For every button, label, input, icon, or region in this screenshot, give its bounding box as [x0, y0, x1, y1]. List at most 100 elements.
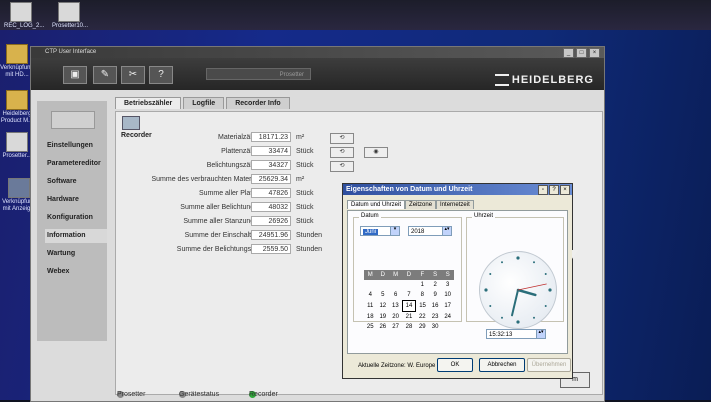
spinner-icon: ▴▾: [536, 330, 545, 338]
calendar-day[interactable]: 9: [429, 290, 442, 301]
sidebar-item-software[interactable]: Software: [45, 175, 107, 189]
reset-material-button[interactable]: ⟲: [330, 133, 354, 144]
calendar-day[interactable]: 12: [377, 301, 390, 312]
calendar-day[interactable]: 24: [441, 312, 454, 323]
calendar-day[interactable]: 14: [401, 300, 417, 312]
weekday-header: F: [415, 270, 429, 280]
file-icon: [58, 2, 80, 22]
clock-tick: [489, 305, 492, 307]
tab-internetzeit[interactable]: Internetzeit: [436, 200, 474, 209]
file-icon: [10, 2, 32, 22]
computer-icon: [8, 178, 30, 198]
calendar-day[interactable]: 13: [389, 301, 402, 312]
ok-button[interactable]: OK: [437, 358, 473, 372]
minimize-button[interactable]: _: [563, 48, 574, 58]
desktop-icon-verknuepfung-hd[interactable]: Verknüpfung mit HD...: [0, 44, 34, 79]
year-spinner[interactable]: 2018 ▴▾: [408, 226, 452, 236]
calendar-day[interactable]: 2: [429, 280, 442, 290]
calendar-day[interactable]: 1: [416, 280, 429, 290]
counter-value: 48032: [251, 202, 291, 212]
counter-value: 26926: [251, 216, 291, 226]
dialog-icon-button[interactable]: ▫: [538, 185, 548, 195]
calendar-day[interactable]: 20: [389, 312, 402, 323]
time-input[interactable]: 15:32:13 ▴▾: [486, 329, 546, 339]
sidebar-item-konfiguration[interactable]: Konfiguration: [45, 211, 107, 225]
desktop-icon-label: Prosetter10...: [52, 23, 89, 29]
calendar-day[interactable]: 8: [416, 290, 429, 301]
counter-value: 24951.96: [251, 230, 291, 240]
sidebar-item-wartung[interactable]: Wartung: [45, 247, 107, 261]
monitor-bezel: [0, 0, 711, 30]
calendar-day[interactable]: 17: [441, 301, 454, 312]
weekday-header: S: [441, 270, 454, 280]
desktop-icon-prosetter[interactable]: Prosetter...: [0, 132, 34, 160]
calendar-day[interactable]: 29: [416, 322, 429, 332]
calendar-day[interactable]: 18: [364, 312, 377, 323]
counter-value: 34327: [251, 160, 291, 170]
desktop-icon-prosetter10[interactable]: Prosetter10...: [52, 2, 89, 30]
cancel-button[interactable]: Abbrechen: [479, 358, 525, 372]
calendar-empty-cell: [402, 280, 416, 290]
calendar-day[interactable]: 25: [364, 322, 377, 332]
reset-exposures-button[interactable]: ⟲: [330, 161, 354, 172]
calendar-day[interactable]: 27: [389, 322, 402, 332]
tools-icon: ✂: [128, 69, 138, 80]
device-button[interactable]: ▣: [63, 66, 87, 84]
wrench-button[interactable]: ✎: [93, 66, 117, 84]
mouse-cursor-icon: [572, 250, 578, 259]
close-button[interactable]: ×: [589, 48, 600, 58]
calendar-day[interactable]: 6: [389, 290, 402, 301]
calendar-day[interactable]: 3: [441, 280, 454, 290]
tab-zeitzone[interactable]: Zeitzone: [405, 200, 437, 209]
weekday-header: M: [364, 270, 377, 280]
month-select[interactable]: Juni ▾: [360, 226, 400, 236]
calendar-day[interactable]: 10: [441, 290, 454, 301]
calendar-day[interactable]: 7: [402, 290, 416, 301]
dialog-close-button[interactable]: ×: [560, 185, 570, 195]
maximize-button[interactable]: □: [576, 48, 587, 58]
apply-button[interactable]: Übernehmen: [527, 358, 571, 372]
counter-label: Summe aller Belichtungen: [180, 204, 262, 211]
counter-row: Materialzähler 18171.23 m²: [116, 132, 602, 144]
calendar-day[interactable]: 22: [416, 312, 429, 323]
device-selector[interactable]: Prosetter: [206, 68, 311, 80]
calendar-day[interactable]: 16: [429, 301, 442, 312]
calendar-day[interactable]: 19: [377, 312, 390, 323]
clock-icon: ◉: [373, 149, 379, 155]
info-button[interactable]: ◉: [364, 147, 388, 158]
clock-tick: [501, 316, 503, 319]
datetime-dialog: Eigenschaften von Datum und Uhrzeit ▫ ? …: [342, 183, 573, 379]
calendar-day[interactable]: 5: [377, 290, 390, 301]
calendar-day[interactable]: 30: [429, 322, 442, 332]
sidebar-item-parametereditor[interactable]: Parametereditor: [45, 157, 107, 171]
clock-face: [484, 256, 552, 324]
sidebar-item-hardware[interactable]: Hardware: [45, 193, 107, 207]
help-button[interactable]: ?: [149, 66, 173, 84]
sidebar-item-einstellungen[interactable]: Einstellungen: [45, 139, 107, 153]
sidebar-item-webex[interactable]: Webex: [45, 265, 107, 279]
tools-button[interactable]: ✂: [121, 66, 145, 84]
desktop-icon-label: Heidelberg Product M...: [0, 111, 34, 124]
sidebar-item-information[interactable]: Information: [45, 229, 107, 243]
chevron-down-icon: ▾: [390, 227, 399, 235]
file-icon: [6, 132, 28, 152]
reset-plates-button[interactable]: ⟲: [330, 147, 354, 158]
help-icon: ?: [158, 69, 164, 80]
calendar-day[interactable]: 28: [402, 322, 416, 332]
calendar-day[interactable]: 15: [416, 301, 429, 312]
tab-recorder-info[interactable]: Recorder Info: [226, 97, 290, 109]
calendar-day[interactable]: 21: [402, 312, 416, 323]
calendar-day[interactable]: 4: [364, 290, 377, 301]
calendar-empty-cell: [377, 280, 390, 290]
clock-tick: [548, 288, 552, 292]
dialog-help-button[interactable]: ?: [549, 185, 559, 195]
tab-betriebszaehler[interactable]: Betriebszähler: [115, 97, 182, 109]
tab-datum-uhrzeit[interactable]: Datum und Uhrzeit: [347, 200, 406, 209]
desktop-icon-heidelberg-product[interactable]: Heidelberg Product M...: [0, 90, 34, 125]
desktop-icon-rec-log[interactable]: REC_LOG_2...: [4, 2, 44, 30]
tab-logfile[interactable]: Logfile: [183, 97, 225, 109]
calendar-day[interactable]: 23: [429, 312, 442, 323]
calendar-day[interactable]: 26: [377, 322, 390, 332]
calendar-day[interactable]: 11: [364, 301, 377, 312]
clock-tick: [489, 273, 492, 275]
